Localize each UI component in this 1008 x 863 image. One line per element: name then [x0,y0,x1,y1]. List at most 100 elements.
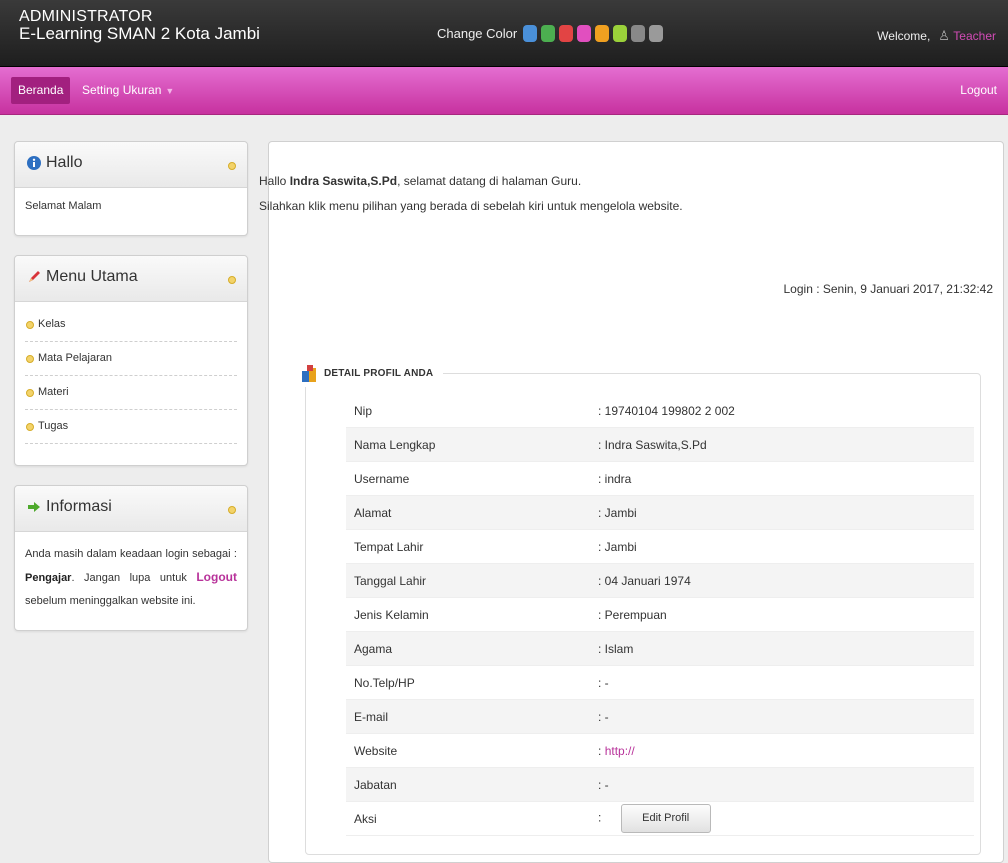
greeting: Hallo Indra Saswita,S.Pd, selamat datang… [259,169,683,219]
user-icon: ♙ [938,28,950,43]
site-name: E-Learning SMAN 2 Kota Jambi [19,24,260,43]
profile-title: DETAIL PROFIL ANDA [324,367,434,379]
greet-name: Indra Saswita,S.Pd [289,174,398,188]
pencil-icon [29,271,40,282]
table-row: Alamat : Jambi [346,495,974,530]
color-swatch-gray[interactable] [631,25,646,42]
profile-value: : Jambi [598,529,974,564]
hallo-title: Hallo [46,154,83,171]
collapse-dot-icon[interactable] [228,506,236,514]
collapse-dot-icon[interactable] [228,276,236,284]
menu-list: Kelas Mata Pelajaran Materi Tugas [15,302,247,452]
greet-suffix: , selamat datang di halaman Guru. [397,174,582,188]
nav-logout[interactable]: Logout [960,67,997,114]
value-prefix: : [598,743,602,758]
profile-value: : 19740104 199802 2 002 [598,394,974,428]
table-row: Agama : Islam [346,631,974,666]
greeting-line-2: Silahkan klik menu pilihan yang berada d… [259,199,683,213]
profile-value: : Jambi [598,495,974,530]
greeting-line-1: Hallo Indra Saswita,S.Pd, selamat datang… [259,169,683,194]
menu-utama-title: Menu Utama [46,268,138,285]
info-logout-link[interactable]: Logout [196,570,237,584]
profile-value: : Perempuan [598,597,974,632]
menu-item-label: Tugas [38,420,69,432]
menu-item-mata-pelajaran[interactable]: Mata Pelajaran [25,342,237,376]
table-row: Username : indra [346,461,974,496]
menu-item-materi[interactable]: Materi [25,376,237,410]
hallo-header: Hallo [15,142,247,188]
login-timestamp: Login : Senin, 9 Januari 2017, 21:32:42 [783,282,994,296]
table-row: Tempat Lahir : Jambi [346,529,974,564]
menu-item-label: Mata Pelajaran [38,352,112,364]
informasi-text: Anda masih dalam keadaan login sebagai :… [25,548,237,607]
website-link[interactable]: http:// [605,744,635,758]
table-row: Tanggal Lahir : 04 Januari 1974 [346,563,974,598]
informasi-box: Informasi Anda masih dalam keadaan login… [14,485,248,631]
profile-value: : http:// [598,733,974,768]
profile-value: : Edit Profil [598,801,974,836]
menu-item-tugas[interactable]: Tugas [25,410,237,444]
profile-key: No.Telp/HP [346,665,598,700]
color-swatch-lime[interactable] [613,25,628,42]
color-swatch-pink[interactable] [577,25,592,42]
profile-key: Tempat Lahir [346,529,598,564]
menu-item-kelas[interactable]: Kelas [25,308,237,342]
color-swatch-silver[interactable] [649,25,664,42]
table-row: No.Telp/HP : - [346,665,974,700]
profile-key: Agama [346,631,598,666]
info-icon [27,156,41,170]
info-role: Pengajar [25,572,72,584]
table-row: Jabatan : - [346,767,974,802]
profile-icon [302,364,316,382]
nav-setting-ukuran[interactable]: Setting Ukuran ▼ [82,67,174,114]
profile-value: : Islam [598,631,974,666]
hallo-text: Selamat Malam [25,200,102,212]
table-row: Nip : 19740104 199802 2 002 [346,394,974,428]
info-text-part: Anda masih dalam keadaan login sebagai : [25,548,237,560]
informasi-title: Informasi [46,498,112,515]
edit-profil-button[interactable]: Edit Profil [620,804,711,833]
chevron-down-icon: ▼ [165,86,175,96]
profile-key: Jabatan [346,767,598,802]
greet-prefix: Hallo [259,174,287,188]
bullet-icon [26,321,34,329]
nav-setting-label: Setting Ukuran [82,83,162,97]
profile-value: : - [598,699,974,734]
menu-utama-header: Menu Utama [15,256,247,302]
color-swatch-blue[interactable] [523,25,538,42]
welcome-area: Welcome, ♙ Teacher [877,28,996,44]
color-swatch-red[interactable] [559,25,574,42]
profile-key: Jenis Kelamin [346,597,598,632]
user-name-link[interactable]: Teacher [953,29,996,43]
top-header: ADMINISTRATOR E-Learning SMAN 2 Kota Jam… [0,0,1008,67]
main-nav: Beranda Setting Ukuran ▼ Logout [0,67,1008,115]
table-row: E-mail : - [346,699,974,734]
table-row: Website : http:// [346,733,974,768]
informasi-header: Informasi [15,486,247,532]
table-row: Aksi : Edit Profil [346,801,974,836]
info-text-part: Jangan lupa untuk [84,572,187,584]
nav-beranda[interactable]: Beranda [11,77,71,104]
role-label: ADMINISTRATOR [19,8,153,25]
color-switcher: Change Color [437,25,667,42]
table-row: Jenis Kelamin : Perempuan [346,597,974,632]
bullet-icon [26,355,34,363]
collapse-dot-icon[interactable] [228,162,236,170]
value-prefix: : [598,810,602,825]
profile-value: : indra [598,461,974,496]
profile-key: Website [346,733,598,768]
profile-key: Tanggal Lahir [346,563,598,598]
color-swatch-green[interactable] [541,25,556,42]
bullet-icon [26,423,34,431]
profile-key: Aksi [346,801,598,836]
profile-key: Nama Lengkap [346,427,598,462]
profile-key: Nip [346,394,598,428]
profile-legend: DETAIL PROFIL ANDA [296,359,444,387]
brand: ADMINISTRATOR E-Learning SMAN 2 Kota Jam… [19,8,260,42]
info-text-part: sebelum meninggalkan website ini. [25,595,196,607]
change-color-label: Change Color [437,26,518,41]
color-swatch-orange[interactable] [595,25,610,42]
profile-value: : - [598,665,974,700]
profile-key: E-mail [346,699,598,734]
profile-key: Username [346,461,598,496]
